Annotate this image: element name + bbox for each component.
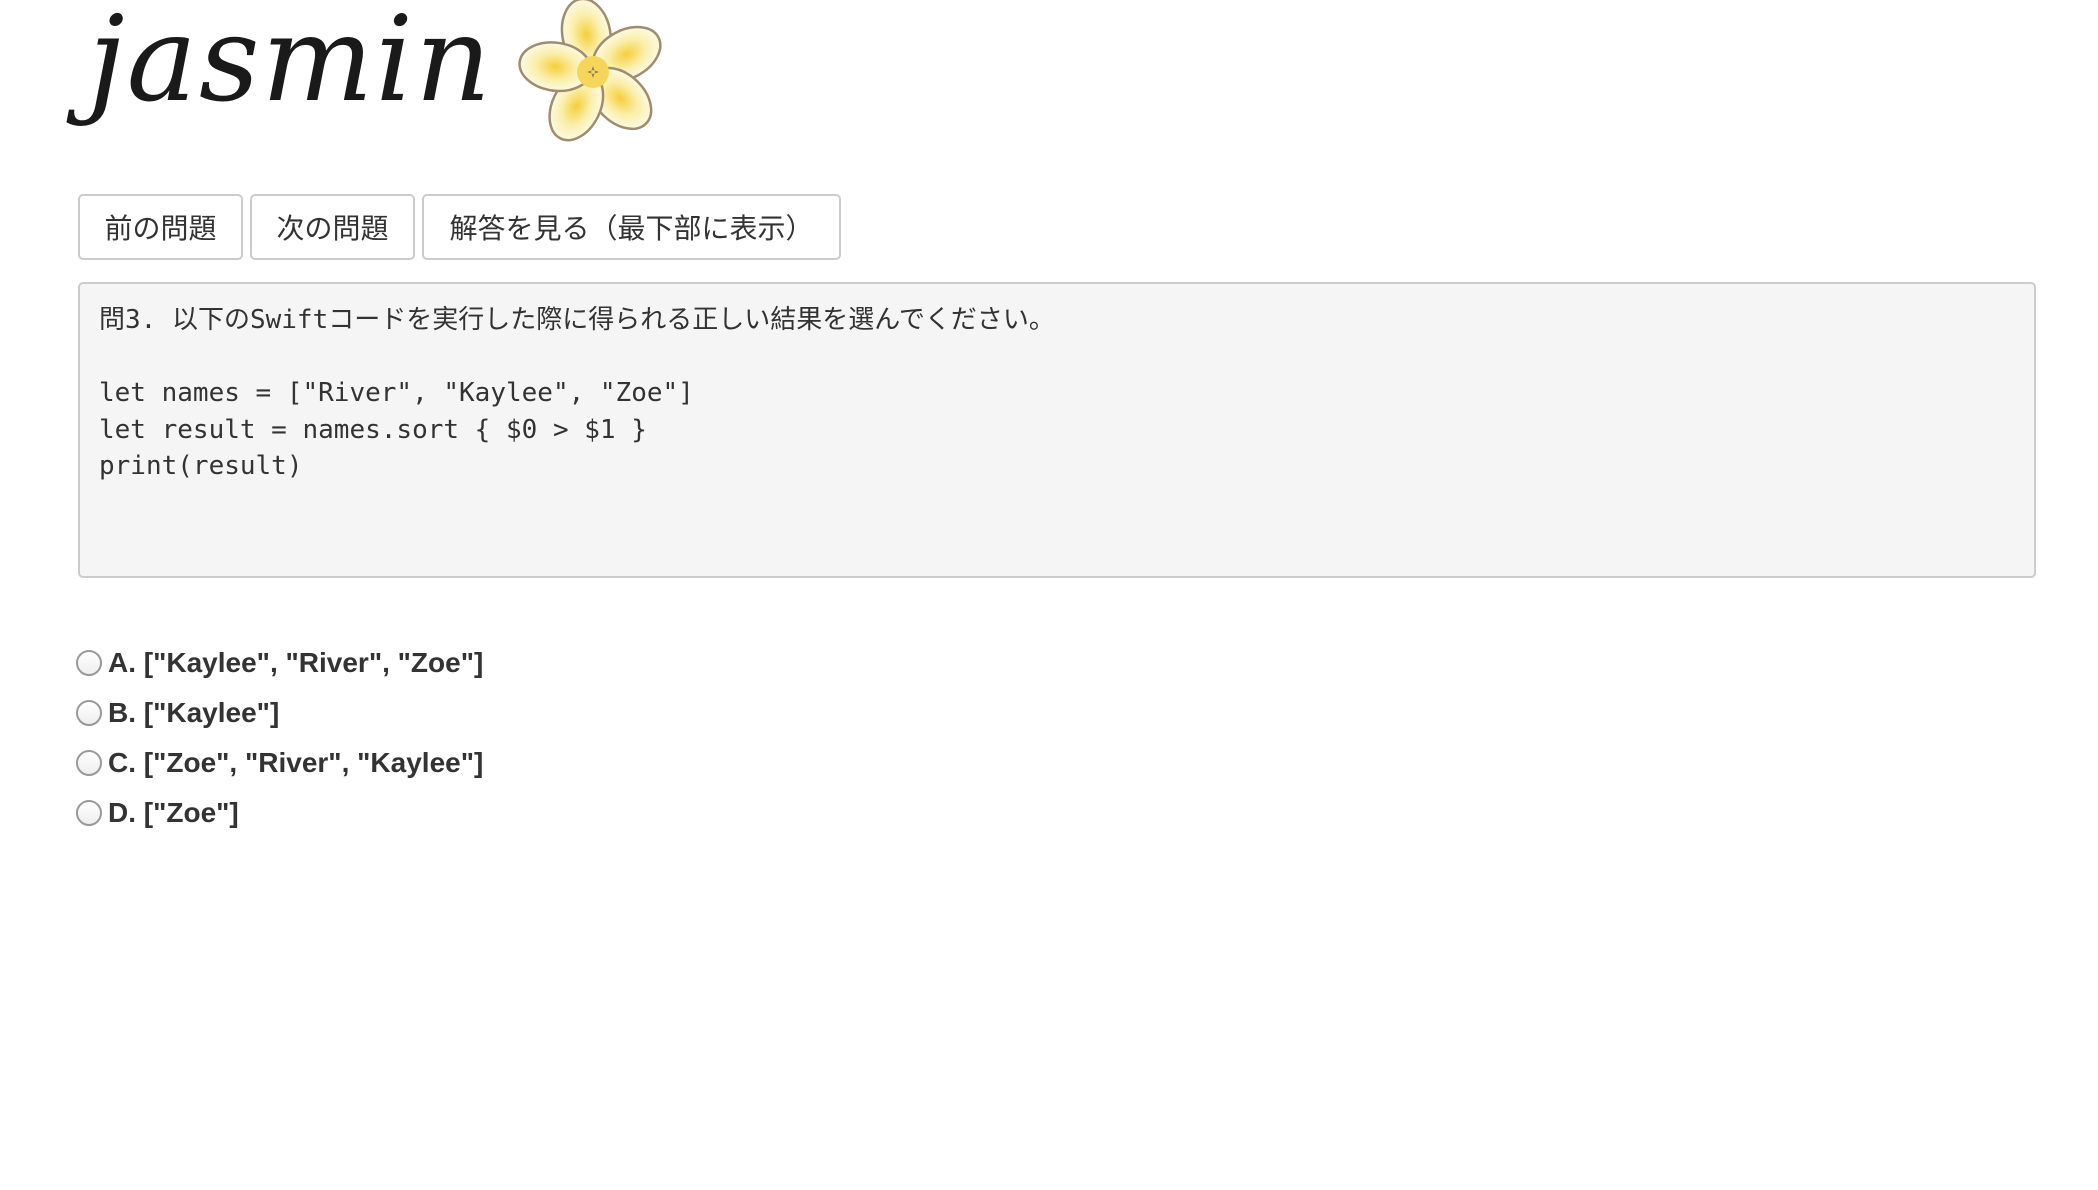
prev-question-button[interactable]: 前の問題 [78, 194, 243, 260]
logo-text: jasmin [88, 0, 494, 128]
choice-d[interactable]: D. ["Zoe"] [76, 788, 483, 838]
question-navigation: 前の問題 次の問題 解答を見る（最下部に表示） [78, 194, 841, 260]
choice-b-label[interactable]: B. ["Kaylee"] [108, 697, 279, 729]
question-prompt: 問3. 以下のSwiftコードを実行した際に得られる正しい結果を選んでください。 [99, 305, 1055, 335]
choice-d-label[interactable]: D. ["Zoe"] [108, 797, 239, 829]
choice-b[interactable]: B. ["Kaylee"] [76, 688, 483, 738]
site-logo[interactable]: jasmin [88, 0, 688, 170]
next-question-button[interactable]: 次の問題 [250, 194, 415, 260]
choice-a-radio[interactable] [76, 650, 102, 676]
choice-c-label[interactable]: C. ["Zoe", "River", "Kaylee"] [108, 747, 483, 779]
show-answer-button[interactable]: 解答を見る（最下部に表示） [422, 194, 841, 260]
choice-a[interactable]: A. ["Kaylee", "River", "Zoe"] [76, 638, 483, 688]
choice-b-radio[interactable] [76, 700, 102, 726]
choice-d-radio[interactable] [76, 800, 102, 826]
choice-c[interactable]: C. ["Zoe", "River", "Kaylee"] [76, 738, 483, 788]
plumeria-flower-icon [518, 0, 662, 142]
choice-c-radio[interactable] [76, 750, 102, 776]
code-line: print(result) [99, 451, 303, 481]
code-line: let result = names.sort { $0 > $1 } [99, 414, 647, 445]
quiz-page: jasmin 前の問題 次の問題 解答を見る（最下部に表示） 問3. 以下のSw… [0, 0, 2098, 1190]
answer-choices: A. ["Kaylee", "River", "Zoe"] B. ["Kayle… [76, 638, 483, 838]
choice-a-label[interactable]: A. ["Kaylee", "River", "Zoe"] [108, 647, 483, 679]
question-panel: 問3. 以下のSwiftコードを実行した際に得られる正しい結果を選んでください。… [78, 282, 2036, 578]
code-line: let names = ["River", "Kaylee", "Zoe"] [99, 378, 694, 408]
